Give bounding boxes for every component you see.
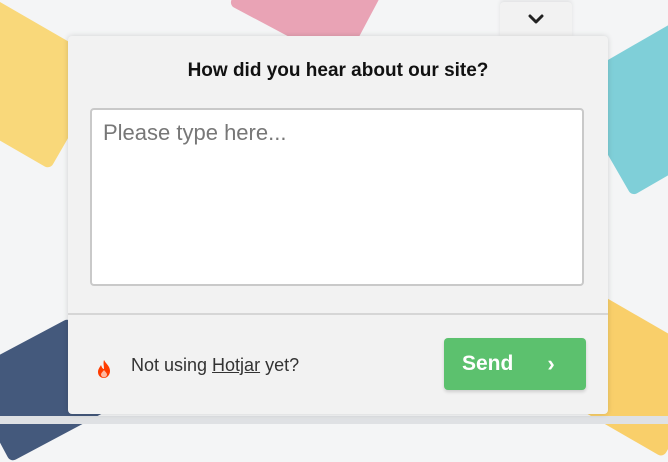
footer-suffix: yet?: [260, 355, 300, 375]
send-button[interactable]: Send ›: [444, 338, 586, 390]
hotjar-link[interactable]: Hotjar: [212, 355, 260, 375]
chevron-right-icon: ›: [547, 351, 555, 376]
collapse-tab[interactable]: [500, 2, 572, 38]
send-label: Send: [462, 352, 514, 375]
background-strip: [0, 416, 668, 424]
footer-prefix: Not using: [131, 355, 213, 375]
survey-widget: How did you hear about our site? Not usi…: [68, 36, 608, 414]
answer-textarea[interactable]: [90, 108, 584, 286]
footer-divider: [68, 313, 608, 315]
survey-question: How did you hear about our site?: [187, 60, 489, 81]
footer-promo: Not using Hotjar yet?: [131, 355, 299, 376]
chevron-down-icon: [528, 14, 544, 24]
hotjar-flame-icon: [98, 360, 110, 378]
